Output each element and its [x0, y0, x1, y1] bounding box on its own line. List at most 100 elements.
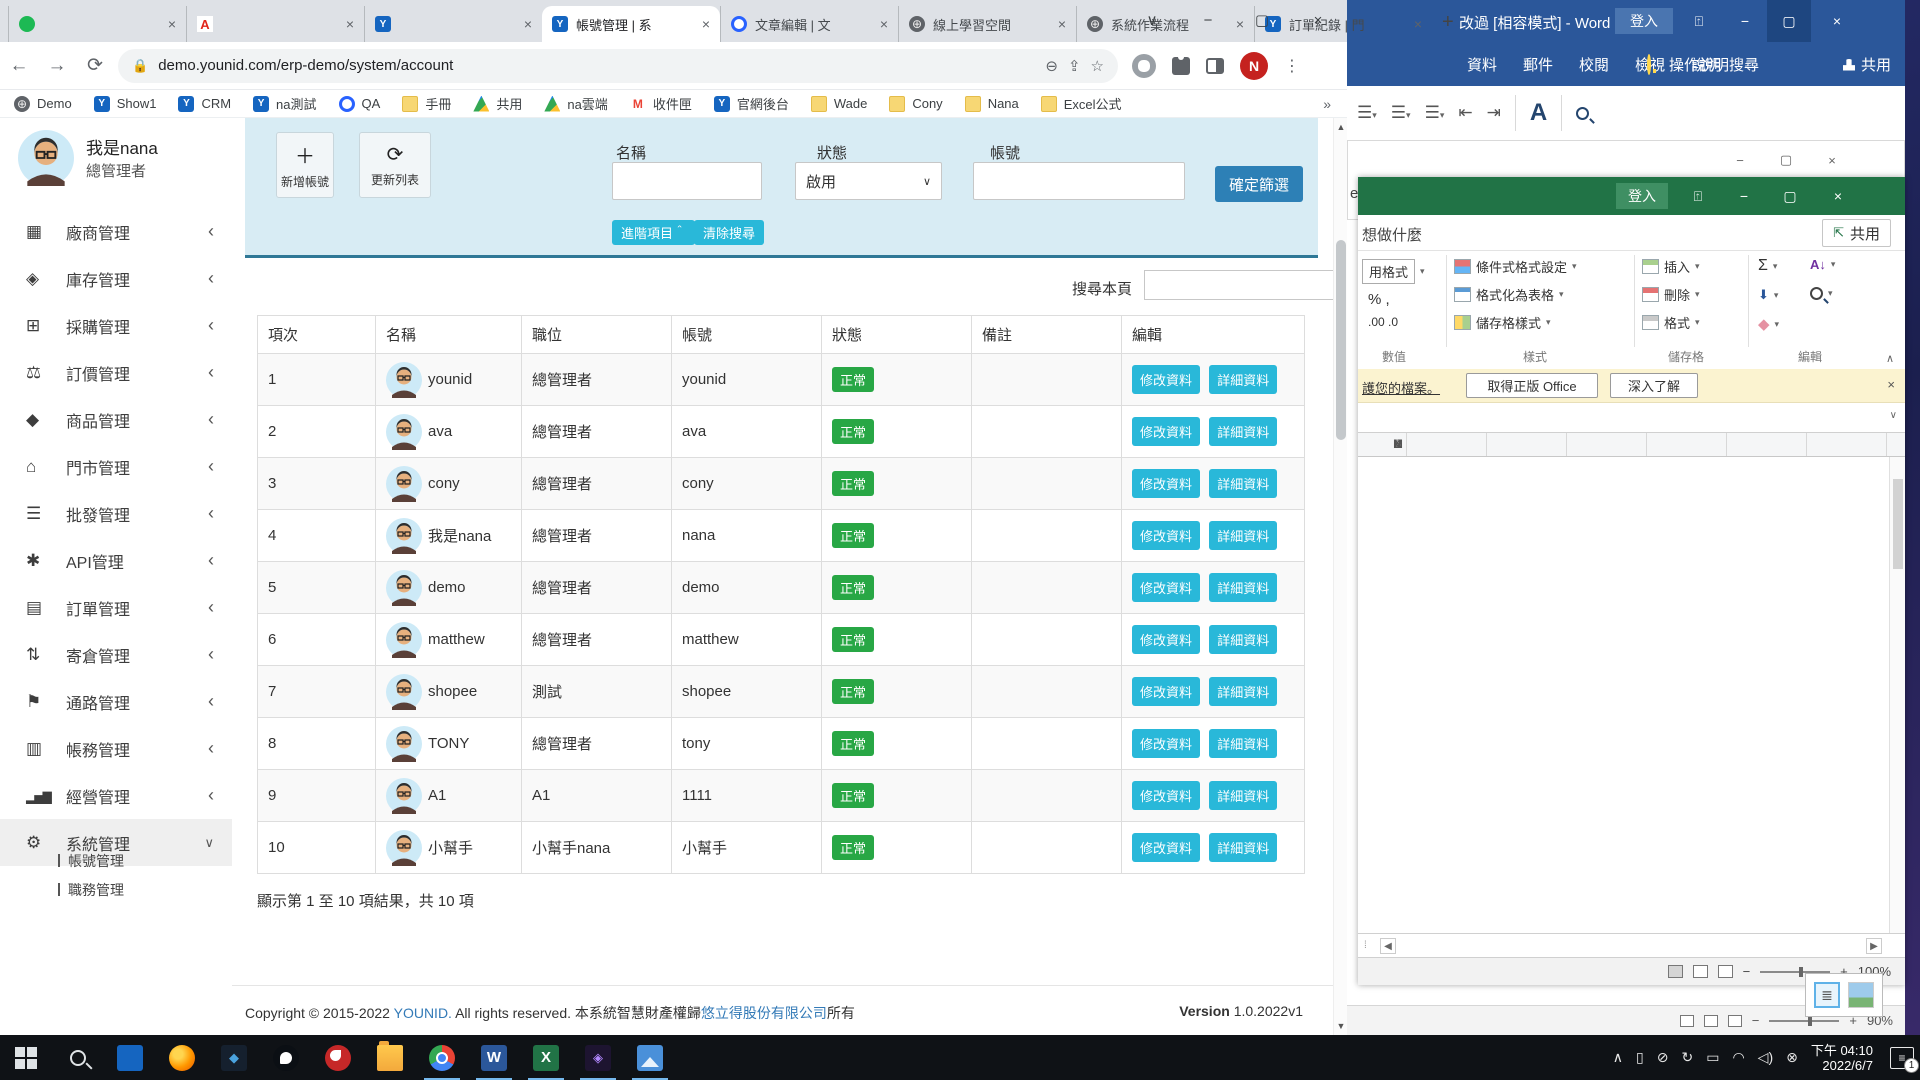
sync-icon[interactable]: ↻: [1681, 1049, 1693, 1066]
filter-name-input[interactable]: [612, 162, 762, 200]
bookmark-item[interactable]: CRM: [178, 96, 231, 112]
refresh-list-button[interactable]: ⟳ 更新列表: [359, 132, 431, 198]
bookmark-item[interactable]: 手冊: [402, 94, 451, 113]
taskbar-app[interactable]: [364, 1035, 416, 1080]
detail-data-button[interactable]: 詳細資料: [1209, 781, 1277, 810]
redapp-icon[interactable]: [325, 1045, 351, 1071]
page-layout-icon[interactable]: [1693, 965, 1708, 978]
edit-data-button[interactable]: 修改資料: [1132, 781, 1200, 810]
chrome-menu-chevron-icon[interactable]: ∨: [1130, 2, 1174, 38]
taskbar-app[interactable]: [312, 1035, 364, 1080]
win-icon[interactable]: [13, 1045, 39, 1071]
side-panel-icon[interactable]: [1206, 58, 1224, 74]
column-headers[interactable]: HIJKLMN: [1358, 433, 1905, 457]
word-signin-button[interactable]: 登入: [1615, 8, 1673, 34]
tab-close-icon[interactable]: ×: [880, 16, 888, 32]
bg-close-icon[interactable]: ×: [1812, 147, 1852, 173]
url-text[interactable]: demo.younid.com/erp-demo/system/account: [158, 57, 1035, 74]
word-icon[interactable]: W: [481, 1045, 507, 1071]
filter-account-input[interactable]: [973, 162, 1185, 200]
scroll-left-icon[interactable]: ◀: [1380, 938, 1396, 954]
back-icon[interactable]: ←: [0, 55, 38, 77]
find-icon[interactable]: [1576, 107, 1589, 120]
photos-icon[interactable]: [637, 1045, 663, 1071]
number-format-dropdown[interactable]: 用格式▾: [1362, 259, 1425, 284]
word-ribbon-tab[interactable]: 郵件: [1523, 54, 1553, 75]
table-search-input[interactable]: [1144, 270, 1333, 300]
navy-icon[interactable]: [221, 1045, 247, 1071]
excel-share-button[interactable]: ⇱ 共用: [1822, 219, 1891, 247]
numbered-list-icon[interactable]: ☰▾: [1391, 103, 1411, 123]
taskbar-app[interactable]: [208, 1035, 260, 1080]
scroll-down-icon[interactable]: ▼: [1334, 1021, 1348, 1031]
list-view-icon[interactable]: [1814, 982, 1840, 1008]
folder-icon[interactable]: [377, 1045, 403, 1071]
zoom-out-icon[interactable]: −: [1743, 964, 1751, 979]
advanced-options-button[interactable]: 進階項目＾: [612, 220, 695, 245]
tab-close-icon[interactable]: ×: [702, 16, 710, 32]
thumbnail-view-icon[interactable]: [1848, 982, 1874, 1008]
browser-tab[interactable]: 帳號管理 | 系 ×: [542, 6, 720, 42]
word-zoom-slider[interactable]: [1769, 1020, 1839, 1022]
insert-cells-button[interactable]: 插入▾: [1642, 257, 1700, 276]
taskbar-app[interactable]: [416, 1035, 468, 1080]
web-layout-icon[interactable]: [1728, 1015, 1742, 1027]
bg-maximize-icon[interactable]: ▢: [1766, 147, 1806, 173]
bookmark-item[interactable]: 收件匣: [630, 94, 692, 113]
blocked-icon[interactable]: ⊗: [1786, 1049, 1798, 1066]
taskbar-app[interactable]: [52, 1035, 104, 1080]
phone-icon[interactable]: ▯: [1636, 1049, 1644, 1066]
profile-avatar[interactable]: N: [1240, 52, 1268, 80]
taskbar-app[interactable]: X: [520, 1035, 572, 1080]
print-layout-icon[interactable]: [1704, 1015, 1718, 1027]
find-select-button[interactable]: ▾: [1810, 287, 1833, 300]
excel-vertical-scrollbar[interactable]: [1889, 457, 1905, 933]
word-close-icon[interactable]: ×: [1815, 0, 1859, 42]
bookmark-item[interactable]: Nana: [965, 96, 1019, 112]
format-cells-button[interactable]: 格式▾: [1642, 313, 1700, 332]
bookmarks-overflow-icon[interactable]: »: [1323, 96, 1331, 112]
forward-icon[interactable]: →: [38, 55, 76, 77]
normal-view-icon[interactable]: [1668, 965, 1683, 978]
taskbar-clock[interactable]: 下午 04:10 2022/6/7: [1811, 1043, 1873, 1073]
detail-data-button[interactable]: 詳細資料: [1209, 729, 1277, 758]
edit-data-button[interactable]: 修改資料: [1132, 677, 1200, 706]
bullet-list-icon[interactable]: ☰▾: [1357, 103, 1377, 123]
sort-filter-button[interactable]: A↓▾: [1810, 257, 1835, 272]
volume-icon[interactable]: ◁): [1758, 1049, 1773, 1066]
address-bar[interactable]: 🔒 demo.younid.com/erp-demo/system/accoun…: [118, 49, 1118, 83]
fill-down-button[interactable]: ⬇▾: [1758, 287, 1778, 303]
bookmark-item[interactable]: Wade: [811, 96, 867, 112]
detail-data-button[interactable]: 詳細資料: [1209, 677, 1277, 706]
taskbar-app[interactable]: [0, 1035, 52, 1080]
edit-data-button[interactable]: 修改資料: [1132, 625, 1200, 654]
delete-cells-button[interactable]: 刪除▾: [1642, 285, 1700, 304]
bookmark-item[interactable]: Show1: [94, 96, 157, 112]
detail-data-button[interactable]: 詳細資料: [1209, 833, 1277, 862]
indent-icon[interactable]: ⇥: [1487, 103, 1501, 123]
percent-comma-buttons[interactable]: % ,: [1368, 291, 1390, 308]
edit-data-button[interactable]: 修改資料: [1132, 573, 1200, 602]
collapse-ribbon-icon[interactable]: ∧: [1886, 352, 1894, 365]
extensions-puzzle-icon[interactable]: [1172, 57, 1190, 75]
brand-link[interactable]: YOUNID.: [394, 1005, 452, 1021]
taskbar-app[interactable]: [572, 1035, 624, 1080]
read-mode-icon[interactable]: [1680, 1015, 1694, 1027]
chrome-icon[interactable]: [429, 1045, 455, 1071]
excel-close-icon[interactable]: ×: [1816, 177, 1860, 215]
eraser-button[interactable]: ◆▾: [1758, 315, 1779, 333]
tab-close-icon[interactable]: ×: [524, 16, 532, 32]
line-extension-icon[interactable]: [1132, 54, 1156, 78]
styles-icon[interactable]: A: [1530, 99, 1547, 127]
bookmark-item[interactable]: 官網後台: [714, 94, 789, 113]
detail-data-button[interactable]: 詳細資料: [1209, 625, 1277, 654]
excel-maximize-icon[interactable]: ▢: [1768, 177, 1812, 215]
word-ribbon-tab[interactable]: 校閱: [1579, 54, 1609, 75]
edit-data-button[interactable]: 修改資料: [1132, 729, 1200, 758]
excel-signin-button[interactable]: 登入: [1616, 183, 1668, 209]
edit-data-button[interactable]: 修改資料: [1132, 833, 1200, 862]
notification-center-icon[interactable]: 1: [1890, 1047, 1914, 1069]
browser-tab[interactable]: 文章編輯 | 文 ×: [720, 6, 898, 42]
filter-status-select[interactable]: 啟用 ∨: [795, 162, 942, 200]
bookmark-item[interactable]: Demo: [14, 96, 72, 112]
